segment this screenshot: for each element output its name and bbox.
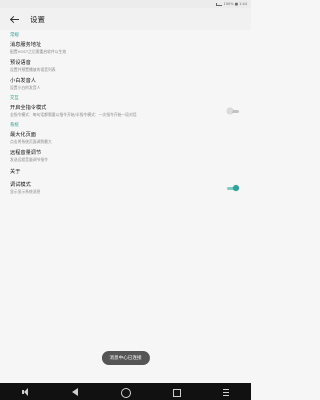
setting-speaker[interactable]: 小白发音人 设置小白的发音人: [10, 75, 241, 93]
toggle-thumb: [233, 185, 239, 191]
section-header-general: 常规: [10, 33, 19, 38]
setting-subtitle: 全指令模式：每句话都需要以指令开始/半指令模式：一次指令开始一段对话: [10, 112, 137, 117]
setting-title: 预设语音: [10, 60, 31, 66]
volume-icon[interactable]: [20, 387, 30, 397]
setting-preset-voice[interactable]: 预设语音 设置并预置播放的语音列表: [10, 57, 241, 75]
setting-subtitle: 配置HOST之后需重启软件以生效: [10, 49, 67, 54]
debug-mode-toggle[interactable]: [227, 185, 239, 191]
full-command-mode-toggle[interactable]: [227, 108, 239, 114]
status-bar: 100% ■ 1:44: [0, 0, 251, 8]
settings-list: 常规 消息服务地址 配置HOST之后需重启软件以生效 预设语音 设置并预置播放的…: [0, 30, 251, 197]
home-icon[interactable]: [120, 387, 132, 398]
setting-title: 远程音量调节: [10, 150, 42, 156]
setting-message-server[interactable]: 消息服务地址 配置HOST之后需重启软件以生效: [10, 39, 241, 57]
section-header-system: 系统: [10, 123, 19, 128]
page-title: 设置: [30, 14, 45, 24]
status-text: 100% ■ 1:44: [223, 2, 247, 6]
setting-title: 小白发音人: [10, 78, 36, 84]
setting-title: 消息服务地址: [10, 42, 42, 48]
setting-subtitle: 显示显示系统消息: [10, 189, 41, 194]
back-arrow-icon[interactable]: [10, 14, 20, 24]
setting-about[interactable]: 关于: [10, 165, 241, 179]
app-bar: 设置: [0, 8, 251, 30]
setting-title: 开启全指令模式: [10, 105, 47, 111]
setting-title: 关于: [10, 169, 21, 175]
recent-apps-icon[interactable]: [171, 387, 181, 397]
setting-debug-mode[interactable]: 调试模式 显示显示系统消息: [10, 179, 241, 197]
setting-remote-volume[interactable]: 远程音量调节 发送远程音量调节指令: [10, 147, 241, 165]
setting-full-command-mode[interactable]: 开启全指令模式 全指令模式：每句话都需要以指令开始/半指令模式：一次指令开始一段…: [10, 102, 241, 120]
toast-message: 消息中心已连接: [101, 351, 150, 365]
setting-subtitle: 发送远程音量调节指令: [10, 157, 48, 162]
section-header-interaction: 交互: [10, 96, 19, 101]
setting-subtitle: 设置小白的发音人: [10, 85, 41, 90]
setting-title: 最大化页面: [10, 132, 36, 138]
setting-subtitle: 点击将系统页面调到最大: [10, 139, 52, 144]
signal-icon: [215, 2, 222, 6]
setting-maximize-page[interactable]: 最大化页面 点击将系统页面调到最大: [10, 129, 241, 147]
toggle-thumb: [227, 108, 233, 114]
setting-title: 调试模式: [10, 182, 31, 188]
setting-subtitle: 设置并预置播放的语音列表: [10, 67, 56, 72]
menu-icon[interactable]: [221, 387, 231, 397]
back-icon[interactable]: [70, 387, 80, 397]
system-nav-bar: [0, 383, 251, 400]
